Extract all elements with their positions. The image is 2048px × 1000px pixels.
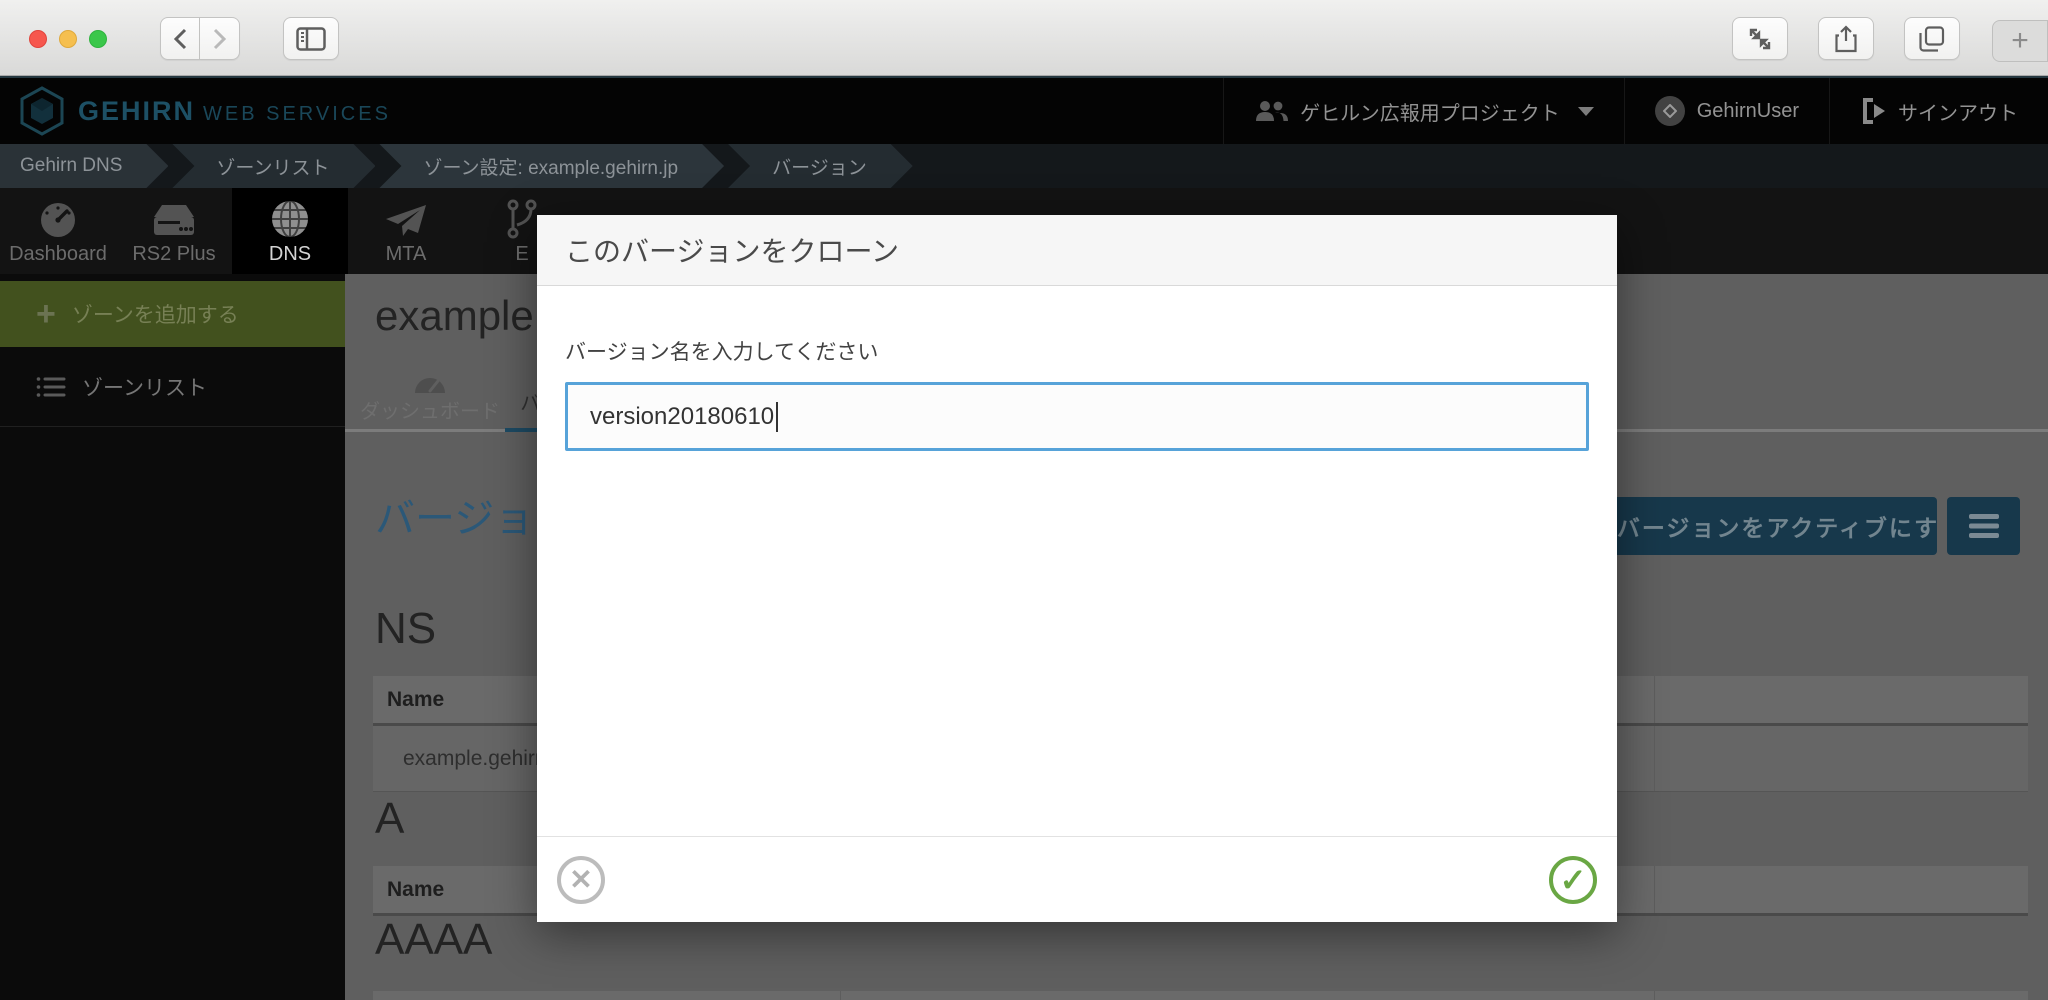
browser-chrome: + [0,0,2048,76]
share-button[interactable] [1818,17,1874,60]
check-icon: ✓ [1560,861,1587,899]
back-button[interactable] [160,17,200,60]
sidebar-icon [296,27,326,51]
forward-button[interactable] [200,17,240,60]
modal-footer: ✕ ✓ [537,836,1617,922]
chevron-left-icon [173,28,187,50]
minimize-window-button[interactable] [59,30,77,48]
input-value: version20180610 [590,403,774,431]
fullscreen-button[interactable] [1732,17,1788,60]
modal-title: このバージョンをクローン [537,215,1617,286]
expand-icon [1748,27,1772,51]
tab-overview-button[interactable] [1904,17,1960,60]
close-icon: ✕ [569,863,592,896]
new-tab-button[interactable]: + [1992,20,2048,62]
version-name-input[interactable]: version20180610 [565,382,1589,451]
chevron-right-icon [213,28,227,50]
plus-icon: + [2011,24,2029,58]
text-caret [776,402,778,432]
version-name-label: バージョン名を入力してください [565,336,1589,366]
cancel-button[interactable]: ✕ [557,856,605,904]
tabs-icon [1919,26,1945,52]
share-icon [1835,25,1857,53]
zoom-window-button[interactable] [89,30,107,48]
close-window-button[interactable] [29,30,47,48]
traffic-lights [29,30,107,48]
sidebar-toggle-button[interactable] [283,17,339,60]
clone-version-modal: このバージョンをクローン バージョン名を入力してください version2018… [537,215,1617,922]
confirm-button[interactable]: ✓ [1549,856,1597,904]
